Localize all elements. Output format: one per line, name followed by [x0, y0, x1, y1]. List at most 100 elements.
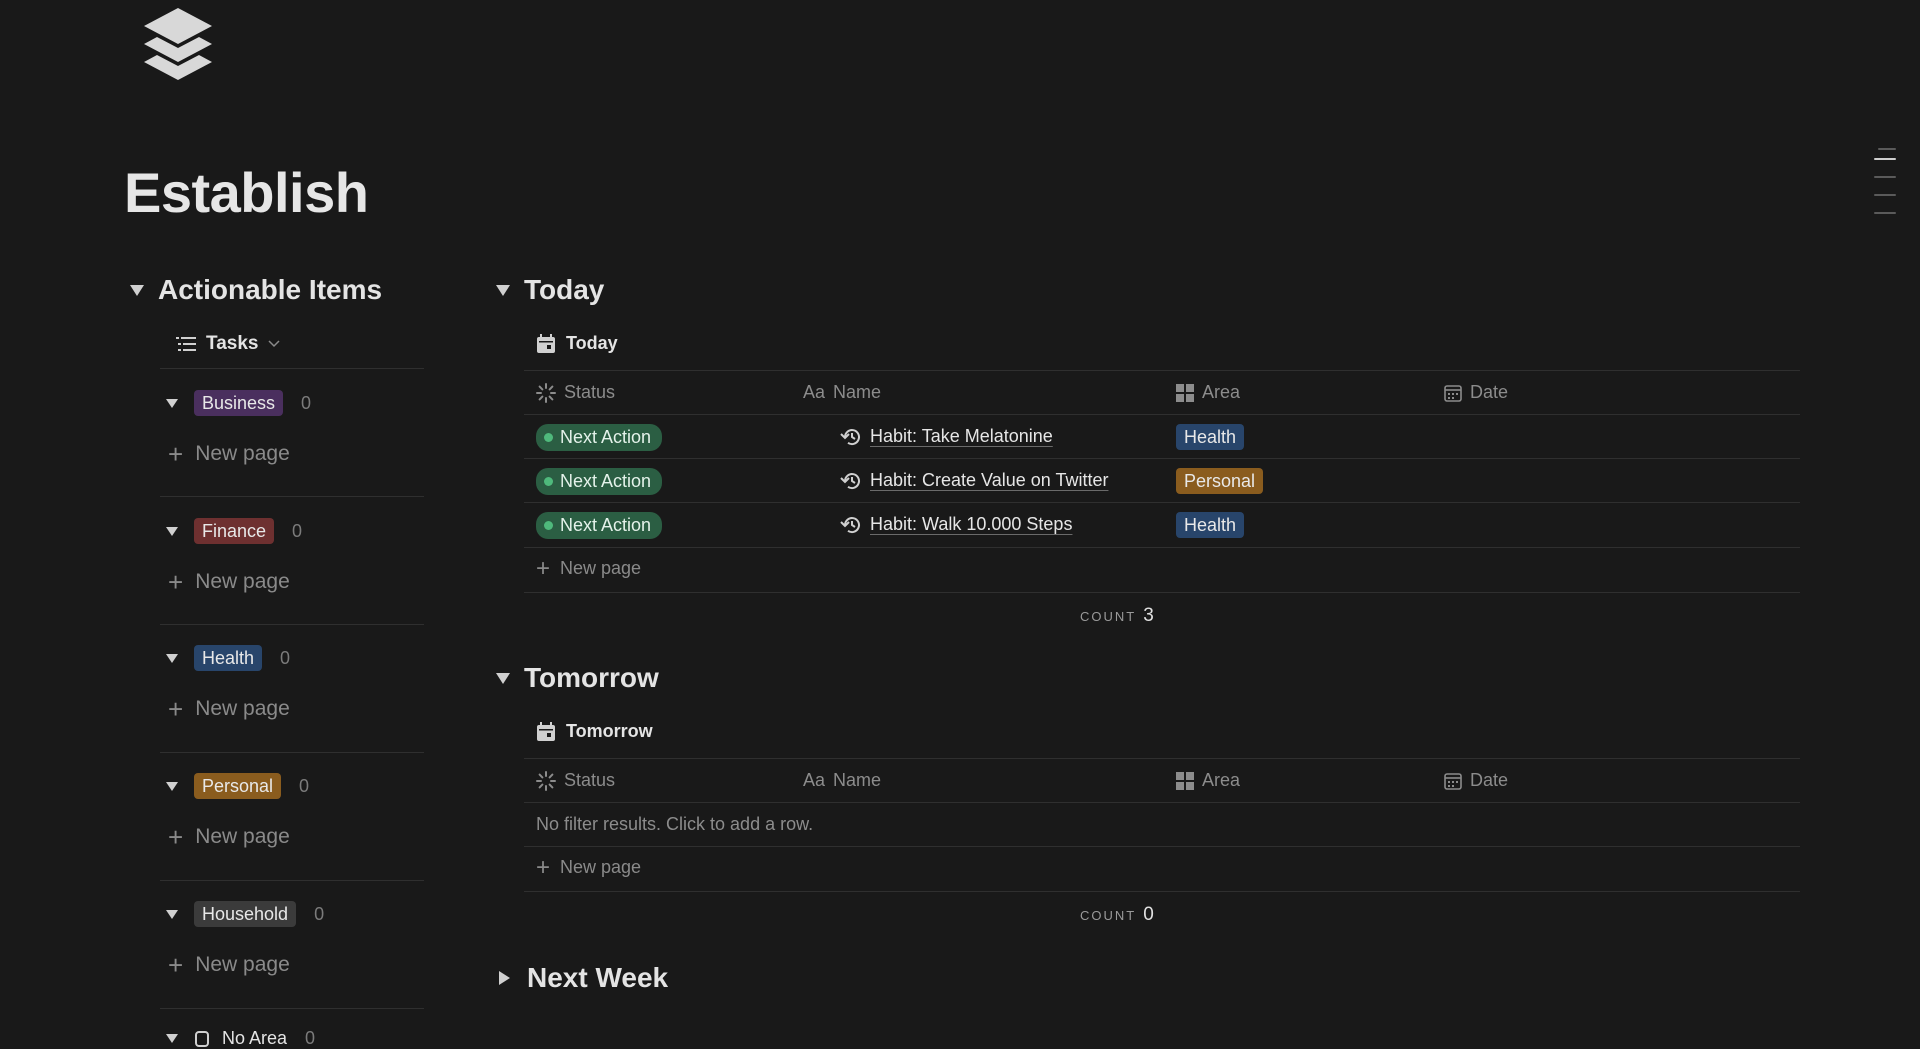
calendar-outline-icon — [1444, 384, 1462, 402]
new-page-button[interactable]: + New page — [536, 855, 641, 879]
column-header-status[interactable]: Status — [536, 770, 615, 791]
row-name[interactable]: Habit: Walk 10.000 Steps — [840, 514, 1072, 535]
status-label: Next Action — [560, 515, 652, 535]
toc-line[interactable] — [1874, 176, 1896, 178]
status-label: Next Action — [560, 471, 652, 491]
plus-icon: + — [168, 950, 184, 980]
toggle-triangle-icon[interactable] — [130, 284, 144, 296]
toggle-triangle-icon[interactable] — [499, 971, 510, 985]
plus-icon: + — [168, 567, 184, 597]
text-type-icon: Aa — [803, 770, 826, 790]
column-header-area[interactable]: Area — [1176, 770, 1240, 791]
count-value: 0 — [1143, 904, 1154, 925]
divider — [160, 1008, 424, 1009]
area-tag: Personal — [194, 773, 282, 799]
column-header-date[interactable]: Date — [1444, 770, 1508, 791]
column-label: Status — [564, 770, 616, 790]
toggle-triangle-icon[interactable] — [166, 653, 178, 663]
column-header-name[interactable]: Aa Name — [803, 382, 881, 403]
group-header-personal[interactable]: Personal 0 — [166, 773, 309, 799]
new-page-button[interactable]: + New page — [168, 694, 290, 724]
column-label: Name — [833, 382, 882, 402]
group-header-no-area[interactable]: No Area 0 — [166, 1028, 315, 1049]
new-page-label: New page — [195, 825, 290, 848]
group-count: 0 — [280, 647, 291, 668]
toggle-triangle-icon[interactable] — [166, 398, 178, 408]
area-cell[interactable]: Health — [1176, 512, 1245, 538]
plus-icon: + — [168, 439, 184, 469]
area-tag: Health — [1176, 424, 1245, 450]
group-header-finance[interactable]: Finance 0 — [166, 518, 302, 544]
new-page-button[interactable]: + New page — [536, 556, 641, 580]
empty-state-add-row[interactable]: No filter results. Click to add a row. — [536, 814, 813, 835]
new-page-button[interactable]: + New page — [168, 950, 290, 980]
count-footer[interactable]: COUNT 0 — [1080, 904, 1154, 926]
page-title-link[interactable]: Habit: Walk 10.000 Steps — [870, 514, 1072, 535]
group-count: 0 — [292, 520, 303, 541]
group-header-health[interactable]: Health 0 — [166, 645, 290, 671]
group-header-business[interactable]: Business 0 — [166, 390, 311, 416]
recurring-history-icon — [840, 472, 860, 489]
status-dot-icon — [544, 521, 553, 530]
area-cell[interactable]: Personal — [1176, 468, 1264, 494]
page-title-link[interactable]: Habit: Create Value on Twitter — [870, 470, 1108, 491]
status-pill[interactable]: Next Action — [536, 424, 663, 451]
divider — [160, 880, 424, 881]
divider — [524, 758, 1800, 759]
toggle-triangle-icon[interactable] — [496, 672, 510, 684]
new-page-button[interactable]: + New page — [168, 824, 290, 850]
toggle-triangle-icon[interactable] — [166, 781, 178, 791]
section-heading: Tomorrow — [524, 662, 659, 693]
divider — [524, 802, 1800, 803]
area-tag: Finance — [194, 518, 275, 544]
group-count: 0 — [305, 1028, 316, 1048]
view-label: Tomorrow — [566, 721, 653, 741]
column-label: Area — [1202, 770, 1241, 790]
group-header-household[interactable]: Household 0 — [166, 901, 324, 927]
count-footer[interactable]: COUNT 3 — [1080, 605, 1154, 627]
today-toggle[interactable]: Today — [496, 274, 604, 306]
plus-icon: + — [168, 694, 184, 724]
divider — [524, 370, 1800, 371]
column-header-area[interactable]: Area — [1176, 382, 1240, 403]
table-of-contents-minimap[interactable] — [1874, 148, 1896, 230]
toggle-triangle-icon[interactable] — [166, 909, 178, 919]
next-week-toggle[interactable]: Next Week — [496, 962, 668, 994]
page-title-link[interactable]: Habit: Take Melatonine — [870, 426, 1053, 447]
column-header-date[interactable]: Date — [1444, 382, 1508, 403]
new-page-label: New page — [195, 570, 290, 593]
row-name[interactable]: Habit: Take Melatonine — [840, 426, 1053, 447]
status-pill[interactable]: Next Action — [536, 512, 663, 539]
tomorrow-view-tab[interactable]: Tomorrow — [536, 721, 653, 742]
grid-icon — [1176, 771, 1194, 790]
new-page-button[interactable]: + New page — [168, 567, 290, 597]
divider — [524, 891, 1800, 892]
area-tag: Personal — [1176, 468, 1264, 494]
count-label: COUNT — [1080, 609, 1137, 624]
area-tag: Business — [194, 390, 284, 416]
new-page-button[interactable]: + New page — [168, 439, 290, 469]
chevron-down-icon[interactable] — [268, 340, 280, 348]
page-title: Establish — [124, 161, 369, 224]
tasks-view-tab[interactable]: Tasks — [176, 333, 280, 355]
toc-line-active[interactable] — [1874, 158, 1896, 160]
toc-line[interactable] — [1874, 194, 1896, 196]
toc-line[interactable] — [1874, 212, 1896, 214]
status-pill[interactable]: Next Action — [536, 468, 663, 495]
row-name[interactable]: Habit: Create Value on Twitter — [840, 470, 1108, 491]
actionable-items-toggle[interactable]: Actionable Items — [130, 274, 382, 306]
column-header-name[interactable]: Aa Name — [803, 770, 881, 791]
column-label: Name — [833, 770, 882, 790]
tomorrow-toggle[interactable]: Tomorrow — [496, 662, 659, 694]
area-cell[interactable]: Health — [1176, 424, 1245, 450]
loading-sunburst-icon — [536, 770, 556, 791]
new-page-label: New page — [195, 953, 290, 976]
today-view-tab[interactable]: Today — [536, 333, 618, 354]
toggle-triangle-icon[interactable] — [166, 526, 178, 536]
page-icon-stack-layers-icon[interactable] — [142, 6, 214, 94]
toggle-triangle-icon[interactable] — [496, 284, 510, 296]
tag-outline-icon — [195, 1030, 209, 1047]
column-header-status[interactable]: Status — [536, 382, 615, 403]
status-label: Next Action — [560, 427, 652, 447]
toc-line[interactable] — [1878, 148, 1896, 150]
